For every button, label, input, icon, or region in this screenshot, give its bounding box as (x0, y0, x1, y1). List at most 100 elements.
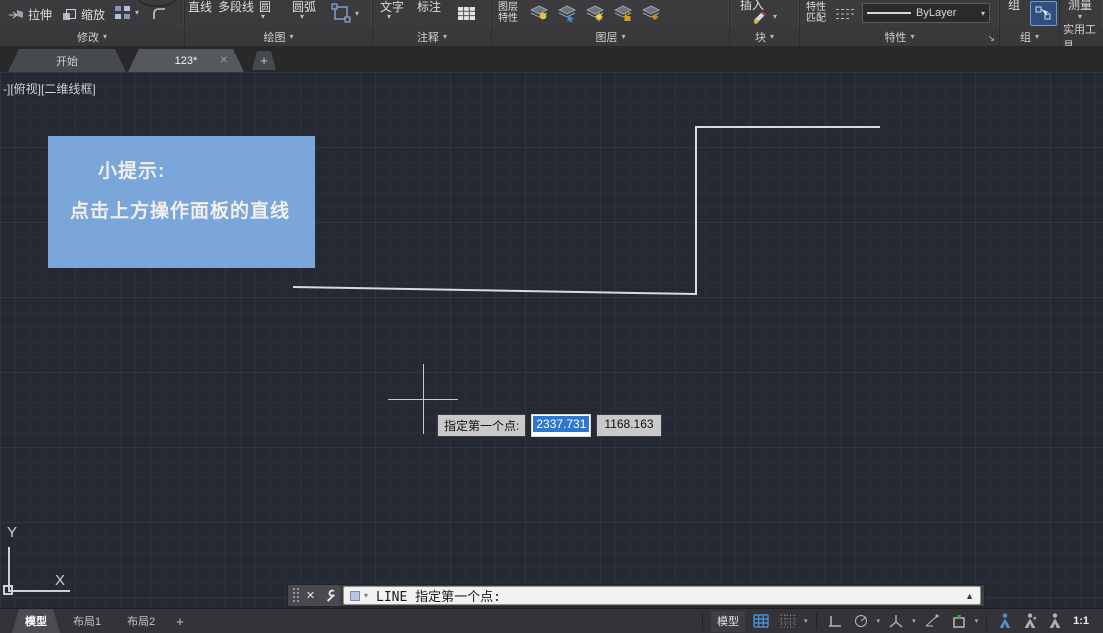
osnap-chevron-icon[interactable]: ▾ (975, 617, 979, 625)
grid-toggle[interactable] (750, 611, 772, 632)
scale-button[interactable]: 缩放 (62, 6, 105, 23)
layer-unlock-button[interactable] (614, 5, 633, 22)
block-edit-chevron[interactable]: ▾ (773, 12, 777, 21)
ucs-x-label: X (55, 572, 65, 589)
annotation-scale-value[interactable]: 1:1 (1073, 615, 1089, 627)
panel-label-properties[interactable]: 特性 ▾ ↘ (800, 27, 999, 46)
annotation-scale-person-icon (1048, 613, 1062, 629)
panel-groups-buttons: 组 (1000, 0, 1059, 27)
dynamic-input-prompt: 指定第一个点: (437, 414, 526, 437)
polar-chevron-icon[interactable]: ▾ (877, 617, 881, 625)
group-button[interactable] (1030, 1, 1057, 26)
text-flyout-chevron[interactable]: ▾ (387, 12, 391, 21)
rectangle-button[interactable]: ▾ (331, 3, 359, 23)
annotate-chevron-icon: ▾ (443, 32, 447, 41)
command-dock-controls: ✕ (288, 585, 340, 606)
object-snap-toggle[interactable] (948, 611, 970, 632)
object-snap-tracking-toggle[interactable] (921, 611, 943, 632)
stretch-button[interactable]: 拉伸 (8, 6, 52, 23)
measure-flyout-chevron[interactable]: ▾ (1078, 12, 1082, 21)
ucs-origin-square[interactable] (3, 585, 13, 595)
match-properties-button[interactable]: 特性 匹配 (806, 2, 826, 24)
fillet-button[interactable] (152, 7, 167, 20)
dynamic-input-y-field[interactable]: 1168.163 (596, 414, 661, 437)
array-flyout-chevron[interactable]: ▾ (135, 8, 139, 17)
line-button[interactable]: 直线 (188, 0, 212, 15)
status-bar: 模型 布局1 布局2 + 模型 ▾ ▾ ▾ ▾ (0, 608, 1103, 633)
isodraft-toggle[interactable] (885, 611, 907, 632)
panel-modify: 拉伸 缩放 ▾ 修改 ▾ (0, 0, 185, 46)
rectangle-flyout-chevron[interactable]: ▾ (355, 9, 359, 18)
command-input[interactable]: ▾ LINE 指定第一个点: ▲ (343, 586, 981, 605)
panel-layers: 图层 特性 图层 ▾ (492, 0, 730, 46)
rectangle-icon (331, 3, 351, 23)
drawn-polyline (293, 127, 880, 294)
panel-label-layers[interactable]: 图层 ▾ (492, 27, 729, 46)
array-button[interactable]: ▾ (114, 5, 139, 20)
command-chevron-icon[interactable]: ▾ (364, 591, 368, 600)
layers-chevron-icon: ▾ (621, 32, 625, 41)
annotate-label: 注释 (417, 29, 439, 45)
layer-unlock-icon (614, 5, 633, 22)
layer-properties-button[interactable]: 图层 特性 (498, 2, 518, 24)
ucs-x-axis[interactable] (8, 590, 70, 592)
circle-flyout-chevron[interactable]: ▾ (261, 12, 265, 21)
panel-label-block[interactable]: 块 ▾ (730, 27, 799, 46)
dimension-button[interactable]: 标注 (417, 0, 441, 15)
dock-grip-handle[interactable] (292, 587, 300, 604)
app: { "icons": { "chevron_down": "▾", "close… (0, 0, 1103, 633)
tab-document-active[interactable]: 123* ✕ (128, 49, 244, 72)
polyline-button[interactable]: 多段线 (218, 0, 254, 15)
annotation-autoscale-toggle[interactable] (1020, 611, 1040, 632)
drawing-canvas[interactable]: -][俯视][二维线框] 小提示: 点击上方操作面板的直线 指定第一个点: 23… (0, 72, 1103, 608)
arc-flyout-chevron[interactable]: ▾ (300, 12, 304, 21)
snap-toggle[interactable] (777, 611, 799, 632)
draw-label: 绘图 (263, 29, 285, 45)
panel-label-annotate[interactable]: 注释 ▾ (373, 27, 491, 46)
layer-isolate-button[interactable] (586, 5, 605, 22)
wrench-icon[interactable] (321, 587, 338, 604)
new-layout-button[interactable]: + (168, 609, 192, 633)
model-tab[interactable]: 模型 (12, 609, 60, 633)
snap-chevron-icon[interactable]: ▾ (804, 617, 808, 625)
group-cursor-icon (1035, 5, 1052, 22)
command-close-icon[interactable]: ✕ (302, 587, 319, 604)
linetype-list-button[interactable] (834, 7, 858, 21)
annotation-scale-toggle[interactable] (1045, 611, 1065, 632)
isodraft-chevron-icon[interactable]: ▾ (912, 617, 916, 625)
panel-label-groups[interactable]: 组 ▾ (1000, 27, 1059, 46)
tab-close-icon[interactable]: ✕ (220, 55, 228, 66)
polar-tracking-toggle[interactable] (850, 611, 872, 632)
status-separator (986, 613, 987, 630)
layer-props-line2: 特性 (498, 13, 518, 24)
status-separator (816, 613, 817, 630)
dynamic-input-x-field[interactable]: 2337.731 (531, 414, 591, 437)
new-tab-button[interactable]: + (252, 51, 276, 70)
x-value-selected: 2337.731 (533, 416, 589, 432)
layer-state-button[interactable] (530, 5, 549, 22)
panel-label-utilities[interactable]: 实用工具 (1060, 27, 1103, 46)
layout2-tab[interactable]: 布局2 (114, 609, 168, 633)
command-history-icon[interactable] (350, 591, 360, 601)
block-edit-button[interactable]: ▾ (752, 8, 777, 24)
text-button[interactable]: 文字 (380, 0, 404, 15)
modify-label: 修改 (77, 29, 99, 45)
properties-expander-icon[interactable]: ↘ (987, 33, 995, 44)
layer-make-current-button[interactable] (558, 5, 577, 22)
block-edit-icon (752, 8, 769, 24)
tab-start[interactable]: 开始 (8, 49, 126, 72)
table-button[interactable] (457, 6, 476, 21)
autoscale-person-icon (1023, 613, 1037, 629)
annotation-visibility-toggle[interactable] (995, 611, 1015, 632)
groups-label: 组 (1020, 29, 1031, 45)
dynamic-input: 指定第一个点: 2337.731 1168.163 (437, 414, 662, 437)
ucs-y-label: Y (7, 524, 17, 541)
panel-label-draw[interactable]: 绘图 ▾ (185, 27, 372, 46)
bylayer-dropdown[interactable]: ByLayer ▾ (862, 3, 990, 23)
model-space-button[interactable]: 模型 (711, 611, 745, 632)
ortho-toggle[interactable] (825, 611, 845, 632)
panel-label-modify[interactable]: 修改 ▾ (0, 27, 184, 46)
command-up-arrow-icon[interactable]: ▲ (965, 591, 974, 601)
layer-freeze-button[interactable] (642, 5, 661, 22)
layout1-tab[interactable]: 布局1 (60, 609, 114, 633)
